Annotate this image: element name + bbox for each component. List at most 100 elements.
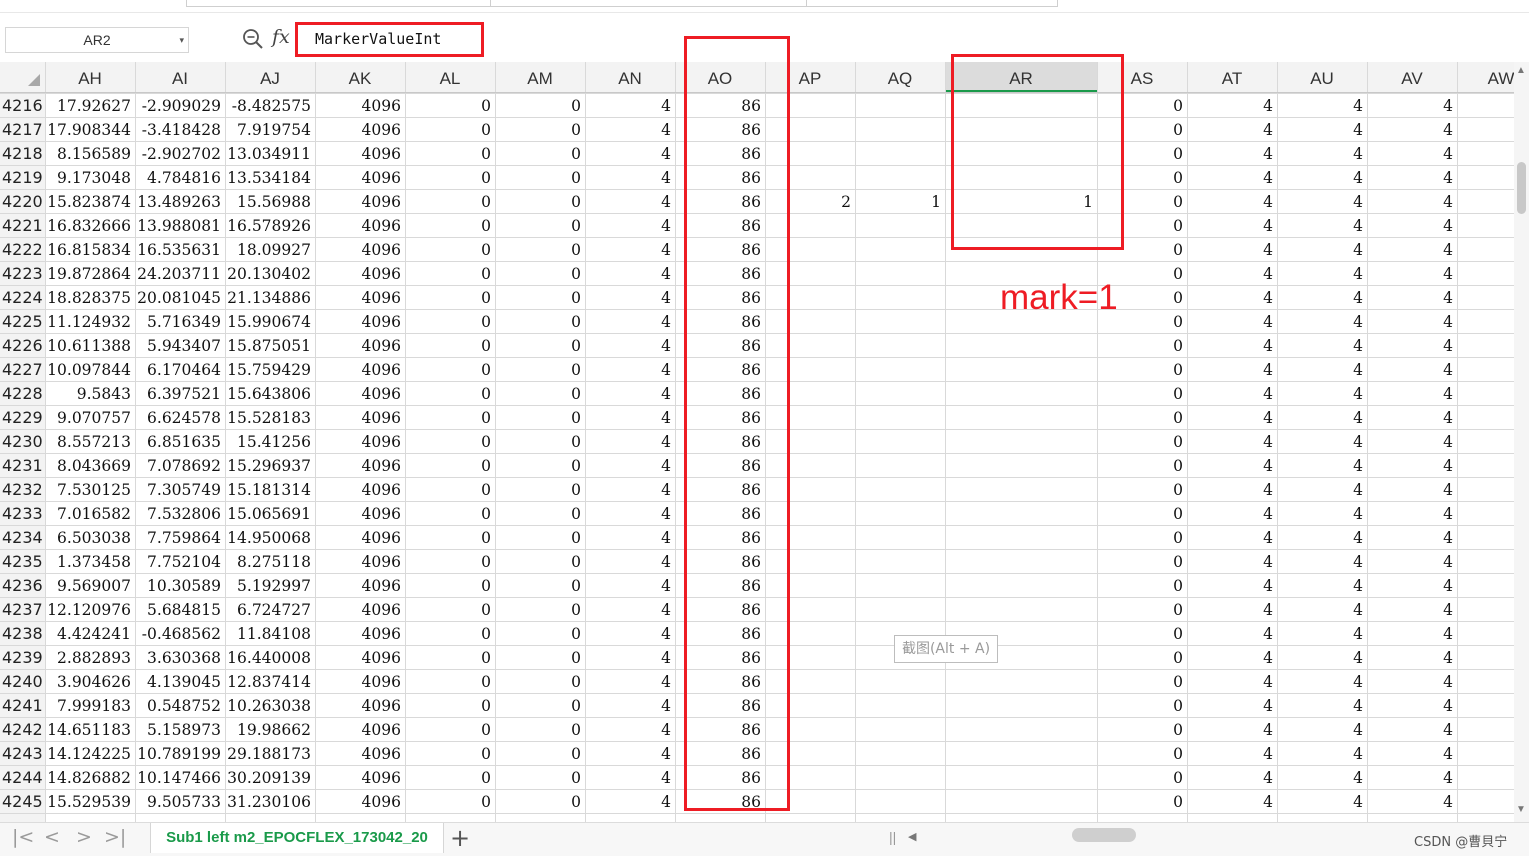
cell-ao[interactable]: 86 (741, 241, 761, 259)
cell-an[interactable]: 4 (661, 217, 671, 235)
cell-ao[interactable]: 86 (741, 97, 761, 115)
cell-ak[interactable]: 4096 (362, 457, 401, 475)
row-header[interactable]: 4240 (2, 672, 43, 691)
cell-ah[interactable]: 16.832666 (47, 217, 131, 235)
cell-at[interactable]: 4 (1263, 193, 1273, 211)
cell-as[interactable]: 0 (1173, 121, 1183, 139)
cell-at[interactable]: 4 (1263, 721, 1273, 739)
cell-ao[interactable]: 86 (741, 793, 761, 811)
cell-as[interactable]: 0 (1173, 577, 1183, 595)
cell-at[interactable]: 4 (1263, 313, 1273, 331)
cell-ak[interactable]: 4096 (362, 769, 401, 787)
cell-al[interactable]: 0 (481, 313, 491, 331)
column-header-ap[interactable]: AP (799, 69, 822, 88)
cell-ak[interactable]: 4096 (362, 673, 401, 691)
split-handle-icon[interactable]: || (889, 829, 896, 845)
cell-ao[interactable]: 86 (741, 385, 761, 403)
cell-al[interactable]: 0 (481, 241, 491, 259)
cell-aj[interactable]: 8.275118 (237, 553, 311, 571)
cell-ah[interactable]: 17.92627 (57, 97, 131, 115)
cell-al[interactable]: 0 (481, 457, 491, 475)
cell-as[interactable]: 0 (1173, 553, 1183, 571)
cell-av[interactable]: 4 (1443, 169, 1453, 187)
cell-ao[interactable]: 86 (741, 313, 761, 331)
row-header[interactable]: 4216 (2, 96, 43, 115)
cell-av[interactable]: 4 (1443, 433, 1453, 451)
cell-al[interactable]: 0 (481, 265, 491, 283)
row-header[interactable]: 4221 (2, 216, 43, 235)
cell-ai[interactable]: 13.489263 (137, 193, 221, 211)
cell-at[interactable]: 4 (1263, 241, 1273, 259)
cell-al[interactable]: 0 (481, 193, 491, 211)
row-header[interactable]: 4235 (2, 552, 43, 571)
cell-ah[interactable]: 4.424241 (57, 625, 131, 643)
column-header-ai[interactable]: AI (172, 69, 188, 88)
cell-as[interactable]: 0 (1173, 505, 1183, 523)
cell-am[interactable]: 0 (571, 457, 581, 475)
cell-aj[interactable]: 11.84108 (237, 625, 311, 643)
cell-an[interactable]: 4 (661, 385, 671, 403)
cell-aj[interactable]: 15.56988 (237, 193, 311, 211)
cell-al[interactable]: 0 (481, 625, 491, 643)
cell-as[interactable]: 0 (1173, 97, 1183, 115)
cell-ao[interactable]: 86 (741, 481, 761, 499)
cell-av[interactable]: 4 (1443, 697, 1453, 715)
cell-an[interactable]: 4 (661, 625, 671, 643)
row-header[interactable]: 4224 (2, 288, 43, 307)
cell-an[interactable]: 4 (661, 409, 671, 427)
cell-al[interactable]: 0 (481, 673, 491, 691)
cell-av[interactable]: 4 (1443, 649, 1453, 667)
cell-am[interactable]: 0 (571, 217, 581, 235)
cell-au[interactable]: 4 (1353, 481, 1363, 499)
cell-aj[interactable]: 18.09927 (237, 241, 311, 259)
cell-aj[interactable]: 29.188173 (227, 745, 311, 763)
cell-au[interactable]: 4 (1353, 673, 1363, 691)
cell-au[interactable]: 4 (1353, 217, 1363, 235)
cell-ak[interactable]: 4096 (362, 145, 401, 163)
cell-au[interactable]: 4 (1353, 625, 1363, 643)
vertical-scrollbar[interactable]: ▲ ▼ (1514, 62, 1529, 822)
cell-av[interactable]: 4 (1443, 121, 1453, 139)
cell-ai[interactable]: 10.30589 (147, 577, 221, 595)
cell-am[interactable]: 0 (571, 361, 581, 379)
cell-ak[interactable]: 4096 (362, 553, 401, 571)
cell-ak[interactable]: 4096 (362, 793, 401, 811)
cell-al[interactable]: 0 (481, 577, 491, 595)
cell-aj[interactable]: 14.950068 (227, 529, 311, 547)
cell-ao[interactable]: 86 (741, 721, 761, 739)
cell-al[interactable]: 0 (481, 97, 491, 115)
cell-aj[interactable]: 7.919754 (237, 121, 311, 139)
cell-ai[interactable]: 4.139045 (147, 673, 221, 691)
column-header-ah[interactable]: AH (78, 69, 102, 88)
column-header-am[interactable]: AM (527, 69, 553, 88)
cell-ai[interactable]: 6.397521 (147, 385, 221, 403)
cell-as[interactable]: 0 (1173, 745, 1183, 763)
cell-at[interactable]: 4 (1263, 97, 1273, 115)
cell-ak[interactable]: 4096 (362, 601, 401, 619)
cell-aj[interactable]: 19.98662 (237, 721, 311, 739)
cell-am[interactable]: 0 (571, 433, 581, 451)
cell-aj[interactable]: 15.643806 (227, 385, 311, 403)
column-header-au[interactable]: AU (1310, 69, 1334, 88)
cell-ao[interactable]: 86 (741, 505, 761, 523)
cell-at[interactable]: 4 (1263, 457, 1273, 475)
row-header[interactable]: 4232 (2, 480, 43, 499)
cell-au[interactable]: 4 (1353, 721, 1363, 739)
cell-am[interactable]: 0 (571, 385, 581, 403)
cell-an[interactable]: 4 (661, 169, 671, 187)
cell-as[interactable]: 0 (1173, 721, 1183, 739)
cell-au[interactable]: 4 (1353, 529, 1363, 547)
column-header-aq[interactable]: AQ (888, 69, 913, 88)
cell-am[interactable]: 0 (571, 289, 581, 307)
cell-ai[interactable]: -3.418428 (142, 121, 221, 139)
cell-aj[interactable]: 10.263038 (227, 697, 311, 715)
cell-ao[interactable]: 86 (741, 337, 761, 355)
zoom-search-icon[interactable] (242, 28, 264, 50)
cell-ah[interactable]: 9.5843 (77, 385, 131, 403)
cell-am[interactable]: 0 (571, 553, 581, 571)
formula-input[interactable]: MarkerValueInt (301, 26, 1521, 52)
column-header-av[interactable]: AV (1401, 69, 1423, 88)
cell-al[interactable]: 0 (481, 337, 491, 355)
row-header[interactable]: 4219 (2, 168, 43, 187)
cell-as[interactable]: 0 (1173, 265, 1183, 283)
